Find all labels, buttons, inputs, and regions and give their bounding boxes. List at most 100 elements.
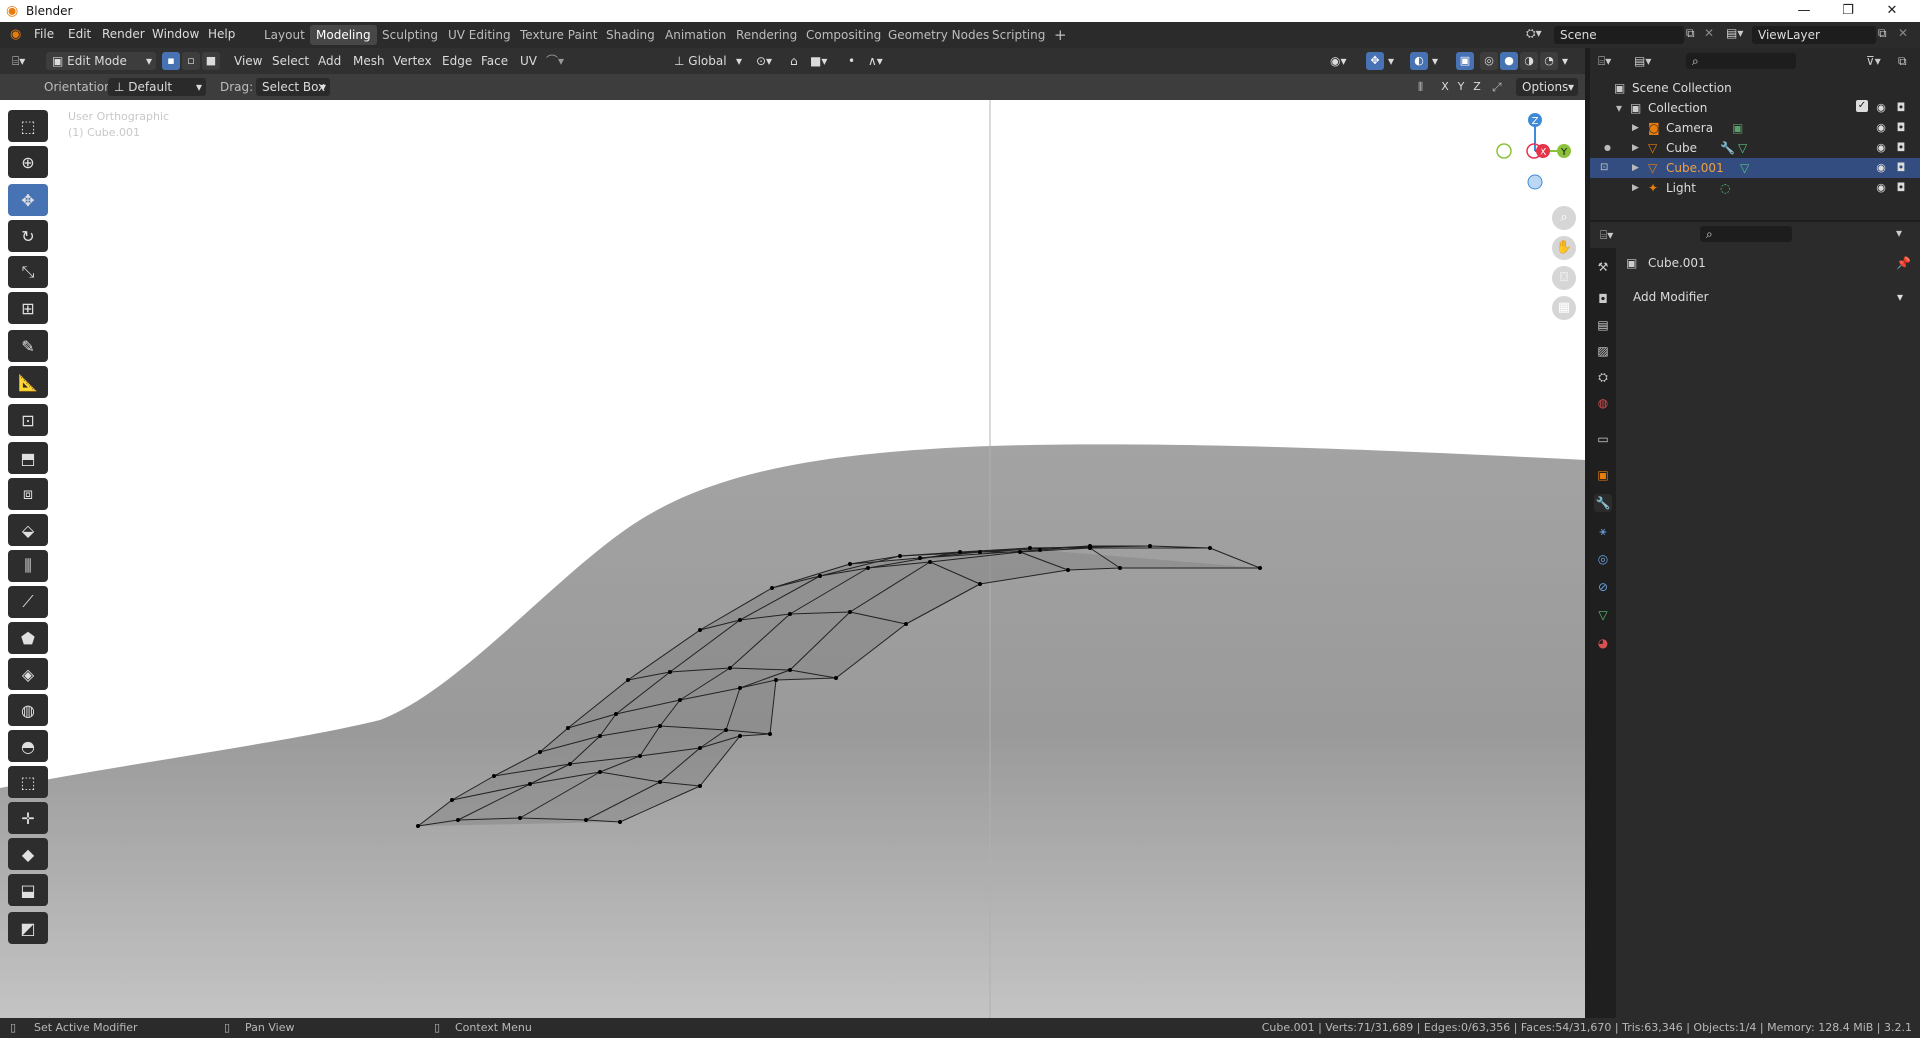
expand-arrow-icon[interactable]: ▶ (1632, 118, 1639, 138)
render-tab-icon[interactable]: ◘ (1594, 290, 1612, 308)
visibility-icon[interactable]: ◉▾ (1330, 52, 1347, 70)
mesh-vertex[interactable] (626, 678, 630, 682)
perspective-toggle-icon[interactable]: ▦ (1552, 296, 1576, 320)
mesh-vertex[interactable] (450, 798, 454, 802)
render-camera-icon[interactable]: ◘ (1894, 121, 1908, 135)
rendered-shading-icon[interactable]: ◔ (1540, 52, 1558, 70)
visibility-eye-icon[interactable]: ◉ (1874, 181, 1888, 195)
vertex-select-icon[interactable]: ▪ (162, 52, 180, 70)
tab-compositing[interactable]: Compositing (800, 25, 887, 45)
rotate-tool-icon[interactable]: ↻ (8, 220, 48, 252)
tab-geometry-nodes[interactable]: Geometry Nodes (882, 25, 995, 45)
minimize-button[interactable]: — (1782, 1, 1826, 21)
mesh-vertex[interactable] (738, 686, 742, 690)
gizmo-toggle-icon[interactable]: ✥ (1366, 52, 1384, 70)
world-tab-icon[interactable]: ◍ (1594, 394, 1612, 412)
scene-icon[interactable]: ⛭▾ (1526, 26, 1542, 41)
mesh-vertex[interactable] (1118, 566, 1122, 570)
shear-tool-icon[interactable]: ✛ (8, 802, 48, 834)
expand-arrow-icon[interactable]: ▶ (1632, 138, 1639, 158)
mesh-vertex[interactable] (848, 562, 852, 566)
rip-tool-icon[interactable]: ◆ (8, 838, 48, 870)
tool-tab-icon[interactable]: ⚒ (1594, 258, 1612, 276)
outliner-search-input[interactable]: ⌕ (1686, 53, 1796, 69)
mode-selector[interactable]: ▣ Edit Mode ▾ (46, 52, 156, 70)
editor-type-icon[interactable]: ⌸▾ (12, 52, 25, 70)
mesh-vertex[interactable] (768, 732, 772, 736)
tab-rendering[interactable]: Rendering (730, 25, 803, 45)
mesh-vertex[interactable] (618, 820, 622, 824)
viewlayer-icon[interactable]: ▤▾ (1726, 26, 1743, 40)
outliner-item-camera[interactable]: ▶ ◙ Camera ▣ ◉ ◘ (1590, 118, 1920, 138)
mesh-vertex[interactable] (698, 628, 702, 632)
expand-arrow-icon[interactable]: ▶ (1632, 158, 1639, 178)
smooth-tool-icon[interactable]: ◍ (8, 694, 48, 726)
menu-face[interactable]: Face (481, 52, 508, 70)
mesh-vertex[interactable] (788, 612, 792, 616)
proportional-edit-icon[interactable]: • (848, 52, 855, 70)
outliner-editor-icon[interactable]: ⌸▾ (1598, 54, 1611, 69)
drag-selector[interactable]: Select Box ▾ (256, 78, 330, 96)
mesh-vertex[interactable] (904, 622, 908, 626)
mesh-vertex[interactable] (738, 734, 742, 738)
properties-options-icon[interactable]: ▾ (1896, 226, 1902, 240)
render-camera-icon[interactable]: ◘ (1894, 141, 1908, 155)
tab-shading[interactable]: Shading (600, 25, 661, 45)
collection-tab-icon[interactable]: ▭ (1594, 430, 1612, 448)
menu-mesh[interactable]: Mesh (353, 52, 385, 70)
mesh-vertex[interactable] (928, 560, 932, 564)
shading-menu-icon[interactable]: ▾ (1562, 52, 1568, 70)
shrink-fatten-tool-icon[interactable]: ⬚ (8, 766, 48, 798)
constraints-tab-icon[interactable]: ⊘ (1594, 578, 1612, 596)
delete-scene-icon[interactable]: ✕ (1704, 26, 1714, 40)
face-select-icon[interactable]: ■ (202, 52, 220, 70)
mesh-vertex[interactable] (918, 556, 922, 560)
blender-menu-icon[interactable]: ◉ (10, 27, 21, 42)
outliner-collection[interactable]: ▾ ▣ Collection ✓ ◉ ◘ (1590, 98, 1920, 118)
xray-toggle-icon[interactable]: ▣ (1456, 52, 1474, 70)
menu-help[interactable]: Help (208, 27, 235, 41)
properties-editor-icon[interactable]: ⌸▾ (1600, 228, 1613, 243)
outliner-item-light[interactable]: ▶ ✦ Light ◌ ◉ ◘ (1590, 178, 1920, 198)
mesh-vertex[interactable] (614, 712, 618, 716)
poly-build-tool-icon[interactable]: ⬟ (8, 622, 48, 654)
mesh-vertex[interactable] (598, 734, 602, 738)
camera-view-icon[interactable]: ⌼ (1552, 266, 1576, 290)
menu-window[interactable]: Window (152, 27, 199, 41)
output-tab-icon[interactable]: ▤ (1594, 316, 1612, 334)
render-camera-icon[interactable]: ◘ (1894, 161, 1908, 175)
mesh-vertex[interactable] (848, 610, 852, 614)
transform-tool-icon[interactable]: ⊞ (8, 292, 48, 324)
mesh-vertex[interactable] (584, 818, 588, 822)
mesh-vertex[interactable] (638, 754, 642, 758)
menu-add[interactable]: Add (318, 52, 341, 70)
image-tool-icon[interactable]: ◩ (8, 912, 48, 944)
new-viewlayer-icon[interactable]: ⧉ (1878, 26, 1887, 41)
render-camera-icon[interactable]: ◘ (1894, 181, 1908, 195)
mesh-vertex[interactable] (658, 724, 662, 728)
display-mode-icon[interactable]: ▤▾ (1634, 54, 1651, 68)
tab-sculpting[interactable]: Sculpting (376, 25, 444, 45)
bevel-tool-icon[interactable]: ⬙ (8, 514, 48, 546)
visibility-eye-icon[interactable]: ◉ (1874, 121, 1888, 135)
neg-y-handle[interactable] (1496, 143, 1512, 159)
restore-button[interactable]: ❐ (1826, 1, 1870, 21)
falloff-icon[interactable]: ∧▾ (868, 52, 883, 70)
mesh-vertex[interactable] (728, 666, 732, 670)
inset-tool-icon[interactable]: ⧈ (8, 478, 48, 510)
visibility-eye-icon[interactable]: ◉ (1874, 161, 1888, 175)
transform-orientation-selector[interactable]: ⊥ Global ▾ (668, 52, 744, 70)
render-camera-icon[interactable]: ◘ (1894, 101, 1908, 115)
add-modifier-dropdown[interactable]: Add Modifier ▾ (1626, 286, 1910, 306)
mesh-vertex[interactable] (1148, 544, 1152, 548)
mesh-vertex[interactable] (492, 774, 496, 778)
mesh-vertex[interactable] (1038, 548, 1042, 552)
mesh-vertex[interactable] (518, 816, 522, 820)
visibility-eye-icon[interactable]: ◉ (1874, 141, 1888, 155)
mesh-vertex[interactable] (568, 762, 572, 766)
mesh-vertex[interactable] (834, 676, 838, 680)
menu-select[interactable]: Select (272, 52, 309, 70)
particles-tab-icon[interactable]: ⚹ (1594, 522, 1612, 540)
cursor-tool-icon[interactable]: ⊕ (8, 146, 48, 178)
solid-shading-icon[interactable]: ● (1500, 52, 1518, 70)
